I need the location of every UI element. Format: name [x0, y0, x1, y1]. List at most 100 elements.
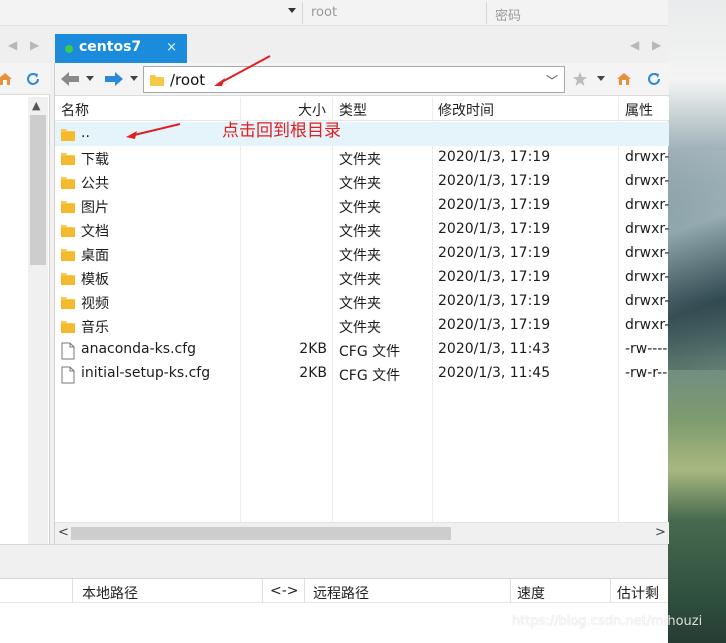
scroll-thumb[interactable]	[71, 527, 451, 540]
file-attributes: drwxr-	[625, 245, 670, 261]
file-row[interactable]: 模板 文件夹 2020/1/3, 17:19 drwxr-	[55, 266, 669, 290]
file-name: 视频	[81, 296, 109, 312]
tab-scroll-right-icon[interactable]: ▶	[652, 38, 661, 52]
home-icon[interactable]	[613, 69, 635, 89]
column-header-modified[interactable]: 修改时间	[438, 100, 494, 120]
refresh-icon[interactable]	[22, 69, 44, 89]
column-header-attributes[interactable]: 属性	[625, 100, 653, 120]
file-attributes: -rw-r--	[625, 365, 668, 381]
forward-arrow-icon[interactable]	[103, 69, 125, 89]
file-row[interactable]: 视频 文件夹 2020/1/3, 17:19 drwxr-	[55, 290, 669, 314]
password-field[interactable]: 密码	[495, 5, 521, 24]
folder-icon	[61, 198, 75, 214]
file-type: 文件夹	[339, 224, 381, 240]
file-type: 文件夹	[339, 296, 381, 312]
file-type: 文件夹	[339, 200, 381, 216]
column-divider	[610, 579, 611, 604]
file-row[interactable]: anaconda-ks.cfg 2KB CFG 文件 2020/1/3, 11:43 -…	[55, 338, 669, 362]
scroll-right-icon[interactable]: >	[655, 525, 666, 540]
file-type: CFG 文件	[339, 368, 401, 384]
file-modified: 2020/1/3, 17:19	[438, 293, 551, 309]
file-name: 公共	[81, 176, 109, 192]
scroll-up-icon[interactable]: ▲	[32, 99, 40, 112]
tab-scroll-right-icon[interactable]: ▶	[30, 38, 39, 52]
tab-scroll-left-icon[interactable]: ◀	[630, 38, 639, 52]
column-header-name[interactable]: 名称	[61, 100, 89, 120]
file-attributes: drwxr-	[625, 197, 670, 213]
transfer-queue-header: 本地路径 <-> 远程路径 速度 估计剩余	[0, 578, 668, 622]
file-name: 下载	[81, 152, 109, 168]
file-name: 图片	[81, 200, 109, 216]
folder-icon	[61, 294, 75, 310]
file-row[interactable]: 下载 文件夹 2020/1/3, 17:19 drwxr-	[55, 146, 669, 170]
tab-centos7[interactable]: centos7 ×	[55, 34, 187, 63]
file-row[interactable]: 公共 文件夹 2020/1/3, 17:19 drwxr-	[55, 170, 669, 194]
folder-icon	[61, 150, 75, 166]
file-modified: 2020/1/3, 17:19	[438, 149, 551, 165]
queue-column-local-path[interactable]: 本地路径	[82, 583, 138, 603]
bookmark-dropdown-icon[interactable]	[597, 76, 605, 81]
remote-path-input[interactable]: /root ﹀	[143, 66, 565, 93]
file-name: 模板	[81, 272, 109, 288]
file-row[interactable]: initial-setup-ks.cfg 2KB CFG 文件 2020/1/3, 1…	[55, 362, 669, 386]
refresh-icon[interactable]	[643, 69, 665, 89]
local-toolbar	[0, 63, 50, 95]
tab-scroll-left-icon[interactable]: ◀	[8, 38, 17, 52]
wallpaper-mountain	[668, 150, 726, 370]
local-vertical-scrollbar[interactable]: ▲ ▼	[28, 97, 48, 572]
forward-history-dropdown-icon[interactable]	[130, 76, 138, 81]
username-field[interactable]: root	[311, 5, 337, 20]
column-divider	[304, 579, 305, 604]
back-arrow-icon[interactable]	[59, 69, 81, 89]
file-attributes: drwxr-	[625, 293, 670, 309]
file-row[interactable]: 文档 文件夹 2020/1/3, 17:19 drwxr-	[55, 218, 669, 242]
file-modified: 2020/1/3, 17:19	[438, 197, 551, 213]
file-modified: 2020/1/3, 11:45	[438, 365, 551, 381]
folder-icon	[61, 222, 75, 238]
file-attributes: -rw----	[625, 341, 668, 357]
connection-bar: root 密码	[0, 0, 668, 26]
scroll-thumb[interactable]	[30, 115, 46, 265]
file-attributes: drwxr-	[625, 269, 670, 285]
column-divider	[510, 579, 511, 604]
file-type: 文件夹	[339, 320, 381, 336]
file-row[interactable]: 音乐 文件夹 2020/1/3, 17:19 drwxr-	[55, 314, 669, 338]
folder-icon	[61, 270, 75, 286]
scroll-left-icon[interactable]: <	[58, 525, 69, 540]
home-icon[interactable]	[0, 69, 16, 89]
queue-column-remote-path[interactable]: 远程路径	[313, 583, 369, 603]
file-name: initial-setup-ks.cfg	[81, 365, 211, 381]
tab-title: centos7	[79, 39, 142, 55]
file-type: CFG 文件	[339, 344, 401, 360]
file-attributes: drwxr-	[625, 221, 670, 237]
file-type: 文件夹	[339, 176, 381, 192]
file-modified: 2020/1/3, 17:19	[438, 245, 551, 261]
divider	[486, 2, 487, 24]
divider	[302, 2, 303, 24]
queue-column-speed[interactable]: 速度	[517, 583, 545, 603]
folder-icon	[61, 246, 75, 262]
file-name: ..	[81, 125, 90, 141]
bookmark-star-icon[interactable]	[569, 69, 591, 89]
file-attributes: drwxr-	[625, 317, 670, 333]
file-modified: 2020/1/3, 11:43	[438, 341, 551, 357]
file-row[interactable]: 桌面 文件夹 2020/1/3, 17:19 drwxr-	[55, 242, 669, 266]
tab-close-icon[interactable]: ×	[166, 40, 177, 55]
file-name: 文档	[81, 224, 109, 240]
file-name: 桌面	[81, 248, 109, 264]
splitter-bar[interactable]	[0, 544, 668, 578]
back-history-dropdown-icon[interactable]	[86, 76, 94, 81]
remote-pane: /root ﹀ ︿ 名称 大小 类型 修改时间 属性 ..下载文件夹2020/1…	[54, 63, 669, 544]
path-dropdown-icon[interactable]: ﹀	[546, 72, 558, 89]
file-type: 文件夹	[339, 248, 381, 264]
remote-horizontal-scrollbar[interactable]: < >	[55, 522, 669, 544]
file-row[interactable]: ..	[55, 122, 669, 146]
host-dropdown-arrow[interactable]	[288, 8, 296, 13]
desktop-wallpaper	[668, 0, 726, 643]
column-header-type[interactable]: 类型	[339, 100, 367, 120]
file-row[interactable]: 图片 文件夹 2020/1/3, 17:19 drwxr-	[55, 194, 669, 218]
watermark: https://blog.csdn.net/mihouzi	[512, 614, 703, 629]
column-divider	[262, 579, 263, 604]
file-name: anaconda-ks.cfg	[81, 341, 197, 357]
queue-column-direction[interactable]: <->	[270, 583, 299, 599]
